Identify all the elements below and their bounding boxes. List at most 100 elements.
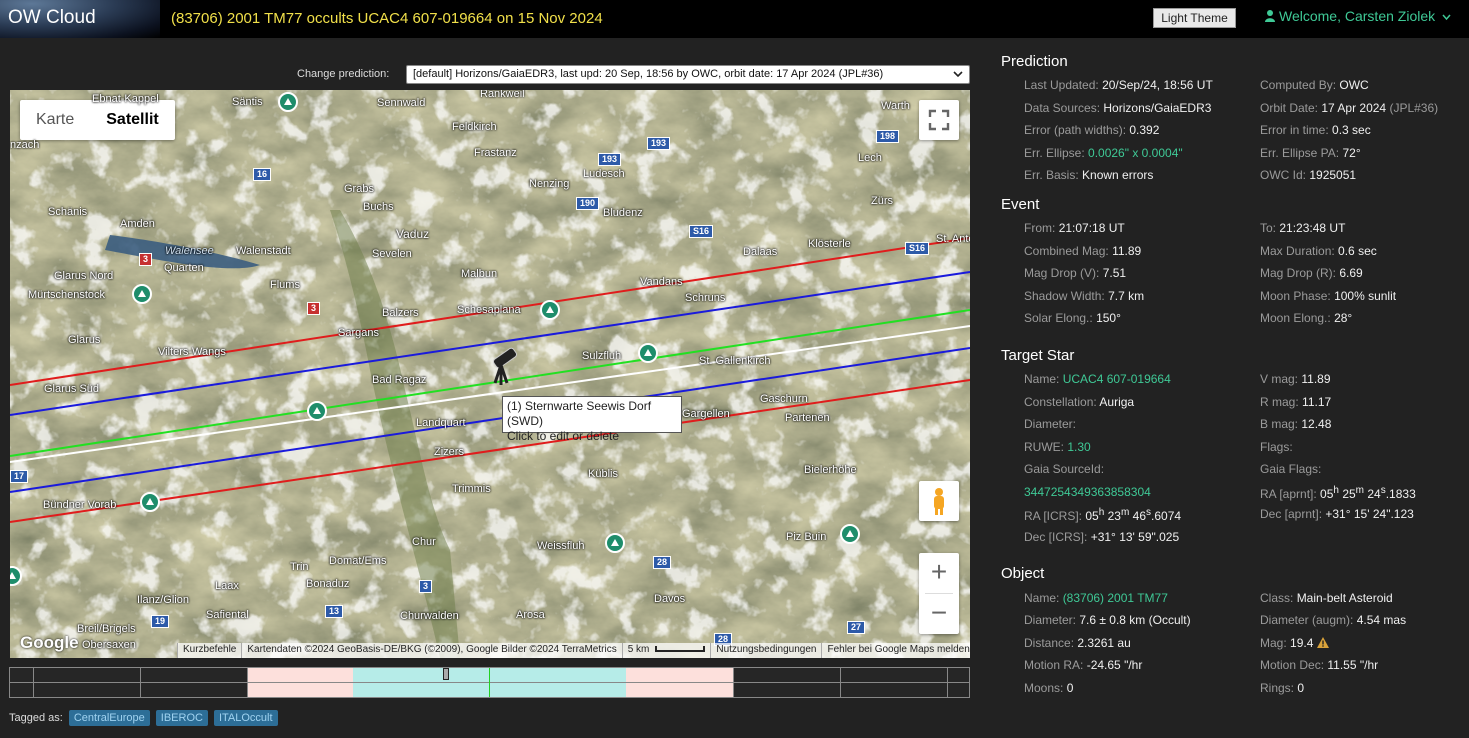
street-view-pegman[interactable] [919,481,959,521]
error-path-widths-row: Error (path widths): 0.392 [1024,123,1160,137]
map-place-label: Küblis [588,468,618,480]
object-diameter-row: Diameter: 7.6 ± 0.8 km (Occult) [1024,613,1191,627]
star-diameter-row: Diameter: [1024,417,1077,431]
gaia-source-id-row: Gaia SourceId: [1024,462,1105,476]
class-row: Class: Main-belt Asteroid [1260,591,1393,605]
event-timeline[interactable] [9,667,970,698]
gaia-flags-row: Gaia Flags: [1260,462,1322,476]
map-place-label: Glarus Nord [54,270,114,282]
road-shield: 193 [598,153,622,166]
map-place-label: Bludenz [603,207,643,219]
map-place-label: Vaduz [396,227,430,241]
map-view[interactable]: Karte Satellit + − Säntis Sennwald Rankw… [10,90,970,658]
map-place-label: Trin [290,561,309,573]
page-title: (83706) 2001 TM77 occults UCAC4 607-0196… [171,10,603,27]
peak-marker[interactable] [140,492,160,512]
peak-marker[interactable] [605,533,625,553]
keyboard-shortcuts-link[interactable]: Kurzbefehle [177,643,241,658]
peak-marker[interactable] [307,401,327,421]
map-place-label: Warth [881,100,910,112]
star-name-link[interactable]: UCAC4 607-019664 [1063,372,1171,386]
map-place-label: Balzers [382,307,419,319]
map-place-label: Landquart [416,417,466,429]
map-place-label: Rankweil [480,90,525,100]
observer-tooltip[interactable]: (1) Sternwarte Seewis Dorf (SWD) Click t… [502,396,682,443]
moon-elong-row: Moon Elong.: 28° [1260,311,1353,325]
road-shield: 198 [876,130,900,143]
star-name-row: Name: UCAC4 607-019664 [1024,372,1171,386]
moon-phase-row: Moon Phase: 100% sunlit [1260,289,1397,303]
timeline-tick [33,668,34,697]
map-place-label: Safiental [206,609,249,621]
warning-icon[interactable] [1316,637,1329,648]
map-place-label: Bad Ragaz [372,374,427,386]
peak-marker[interactable] [132,284,152,304]
zoom-in-button[interactable]: + [919,553,959,593]
map-place-label: Zürs [871,195,893,207]
fullscreen-button[interactable] [919,100,959,140]
peak-marker[interactable] [278,92,298,112]
light-theme-button[interactable]: Light Theme [1153,8,1236,28]
map-place-label: Klösterle [808,238,851,250]
welcome-text: Welcome, Carsten Ziolek [1279,8,1436,24]
road-shield: 27 [847,621,866,634]
telescope-icon[interactable] [487,343,527,388]
scale-bar-line [655,646,706,652]
combined-mag-row: Combined Mag: 11.89 [1024,244,1142,258]
map-place-label: Gaschurn [760,393,808,405]
peak-marker[interactable] [638,343,658,363]
map-type-karte[interactable]: Karte [20,100,90,140]
scale-bar[interactable]: 5 km [621,643,711,658]
map-place-label: Glarus Süd [44,383,100,395]
timeline-tick [140,668,141,697]
ruwe-link[interactable]: 1.30 [1067,440,1090,454]
last-updated-row: Last Updated: 20/Sep/24, 18:56 UT [1024,78,1213,92]
computed-by-row: Computed By: OWC [1260,78,1369,92]
timeline-tick [247,668,248,697]
map-place-label: Frastanz [474,147,517,159]
prediction-select[interactable]: [default] Horizons/GaiaEDR3, last upd: 2… [406,65,970,84]
timeline-tick [947,668,948,697]
dec-apparent-row: Dec [aprnt]: +31° 15' 24".123 [1260,507,1414,521]
zoom-out-button[interactable]: − [919,594,959,634]
timeline-tick [733,668,734,697]
r-mag-row: R mag: 11.17 [1260,395,1332,409]
object-name-link[interactable]: (83706) 2001 TM77 [1063,591,1168,605]
peak-marker[interactable] [840,524,860,544]
object-mag-row: Mag: 19.4 [1260,636,1329,650]
timeline-center-marker [489,668,490,697]
tag-iberoc[interactable]: IBEROC [155,710,208,726]
dec-icrs-row: Dec [ICRS]: +31° 13' 59".025 [1024,530,1180,544]
map-place-label: Vandans [640,276,683,288]
map-place-label: Grabs [344,183,374,195]
tag-centraleurope[interactable]: CentralEurope [68,710,150,726]
map-place-label: nzach [10,139,40,151]
road-shield: 17 [10,470,29,483]
tag-italoccult[interactable]: ITALOccult [213,710,278,726]
prediction-section-title: Prediction [1001,53,1068,70]
gaia-source-id-link[interactable]: 3447254349363858304 [1024,485,1151,499]
prediction-select-value: [default] Horizons/GaiaEDR3, last upd: 2… [413,68,884,80]
road-shield: 19 [151,615,170,628]
error-ellipse-link[interactable]: 0.0026" x 0.0004" [1088,146,1183,160]
app-logo[interactable]: OW Cloud [0,0,160,38]
map-place-label: Ilanz/Glion [137,594,189,606]
map-type-satellit[interactable]: Satellit [90,100,174,140]
terms-link[interactable]: Nutzungsbedingungen [710,643,821,658]
timeline-slider-handle[interactable] [443,668,449,680]
target-star-section-title: Target Star [1001,347,1075,364]
map-place-label: Lech [858,152,882,164]
map-place-label: Sargans [338,327,379,339]
peak-marker[interactable] [540,300,560,320]
tags-label: Tagged as: [9,712,63,724]
b-mag-row: B mag: 12.48 [1260,417,1332,431]
map-place-label: Breil/Brigels [77,623,136,635]
user-menu[interactable]: Welcome, Carsten Ziolek [1265,8,1451,24]
report-error-link[interactable]: Fehler bei Google Maps melden [821,643,970,658]
map-place-label: Piz Buin [786,531,827,543]
event-to-row: To: 21:23:48 UT [1260,221,1346,235]
v-mag-row: V mag: 11.89 [1260,372,1331,386]
map-place-label: Sevelen [372,248,412,260]
tags-row: Tagged as: CentralEurope IBEROC ITALOccu… [9,710,278,726]
map-place-label: Schänis [48,206,88,218]
